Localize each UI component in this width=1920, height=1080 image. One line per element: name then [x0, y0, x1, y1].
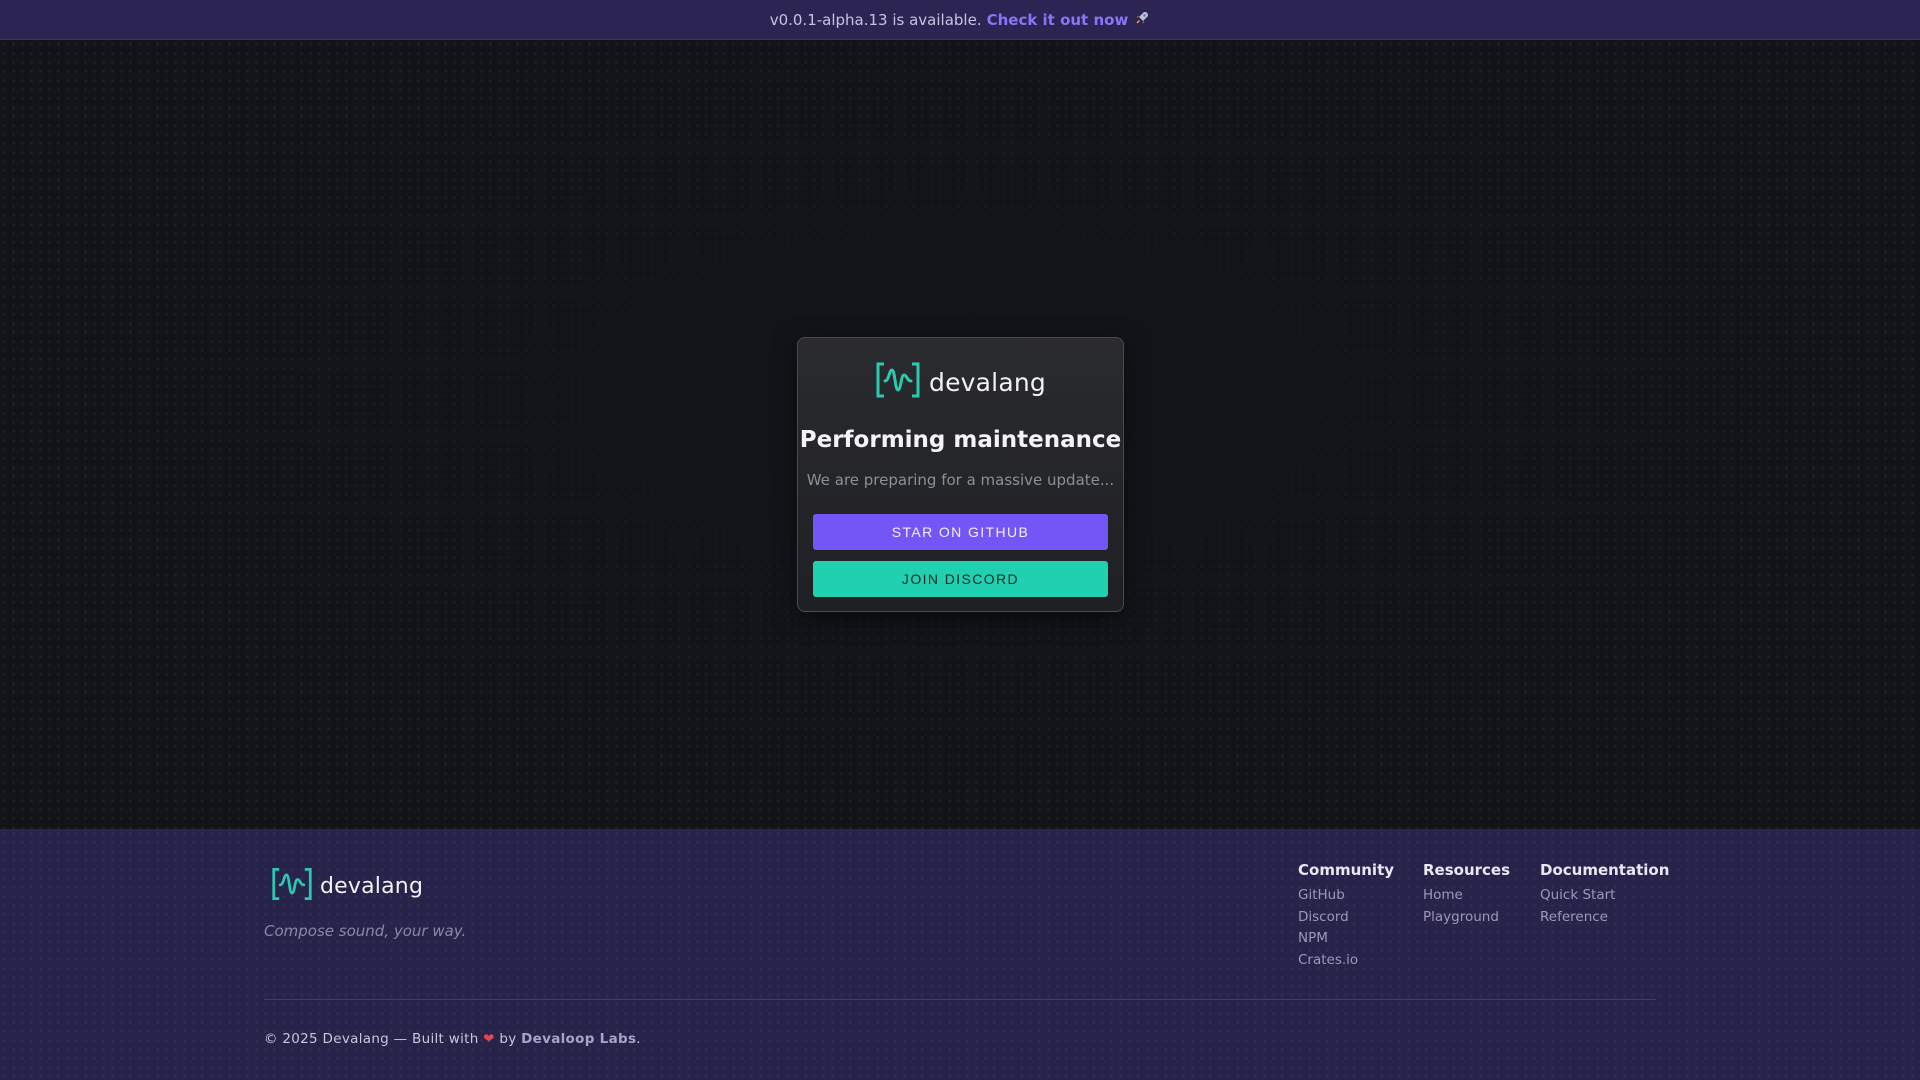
column-title: Documentation — [1540, 861, 1670, 879]
column-title: Community — [1298, 861, 1395, 879]
footer-tagline: Compose sound, your way. — [264, 922, 467, 940]
announcement-link[interactable]: Check it out now — [987, 11, 1129, 29]
join-discord-button[interactable]: JOIN DISCORD — [813, 561, 1108, 597]
footer-link-discord[interactable]: Discord — [1298, 907, 1394, 929]
announcement-bar: v0.0.1-alpha.13 is available. Check it o… — [0, 0, 1920, 40]
devaloop-labs-link[interactable]: Devaloop Labs — [521, 1031, 636, 1047]
card-title: Performing maintenance — [799, 427, 1122, 453]
maintenance-card: devalang Performing maintenance We are p… — [797, 337, 1124, 612]
footer: devalang Compose sound, your way. Commun… — [0, 829, 1920, 1080]
footer-divider — [264, 999, 1656, 1000]
main-area: devalang Performing maintenance We are p… — [0, 40, 1920, 829]
star-on-github-button[interactable]: STAR ON GITHUB — [813, 514, 1108, 550]
rocket-icon — [1134, 10, 1150, 30]
copyright-by: by — [499, 1031, 517, 1047]
footer-link-home[interactable]: Home — [1423, 885, 1510, 907]
copyright-text: © 2025 Devalang — Built with — [264, 1031, 479, 1047]
card-subtitle: We are preparing for a massive update... — [806, 471, 1115, 489]
footer-column-resources: Resources Home Playground — [1423, 861, 1510, 928]
announcement-text: v0.0.1-alpha.13 is available. — [769, 10, 982, 29]
footer-column-community: Community GitHub Discord NPM Crates.io — [1298, 861, 1394, 971]
page: v0.0.1-alpha.13 is available. Check it o… — [0, 0, 1920, 1080]
footer-link-quick-start[interactable]: Quick Start — [1540, 885, 1669, 907]
column-title: Resources — [1423, 861, 1511, 879]
footer-link-github[interactable]: GitHub — [1298, 885, 1394, 907]
card-logo: devalang — [798, 362, 1123, 402]
footer-link-reference[interactable]: Reference — [1540, 907, 1669, 929]
footer-link-crates[interactable]: Crates.io — [1298, 950, 1394, 972]
footer-link-npm[interactable]: NPM — [1298, 928, 1394, 950]
brand-name: devalang — [929, 367, 1046, 397]
footer-link-playground[interactable]: Playground — [1423, 907, 1510, 929]
footer-column-documentation: Documentation Quick Start Reference — [1540, 861, 1669, 928]
copyright-period: . — [636, 1031, 641, 1047]
heart-icon: ❤ — [483, 1031, 495, 1047]
footer-logo[interactable]: devalang — [271, 867, 423, 905]
footer-brand-name: devalang — [320, 873, 424, 899]
waveform-bracket-icon — [875, 362, 921, 402]
waveform-bracket-icon — [271, 867, 313, 905]
copyright: © 2025 Devalang — Built with ❤ by Devalo… — [264, 1031, 641, 1047]
